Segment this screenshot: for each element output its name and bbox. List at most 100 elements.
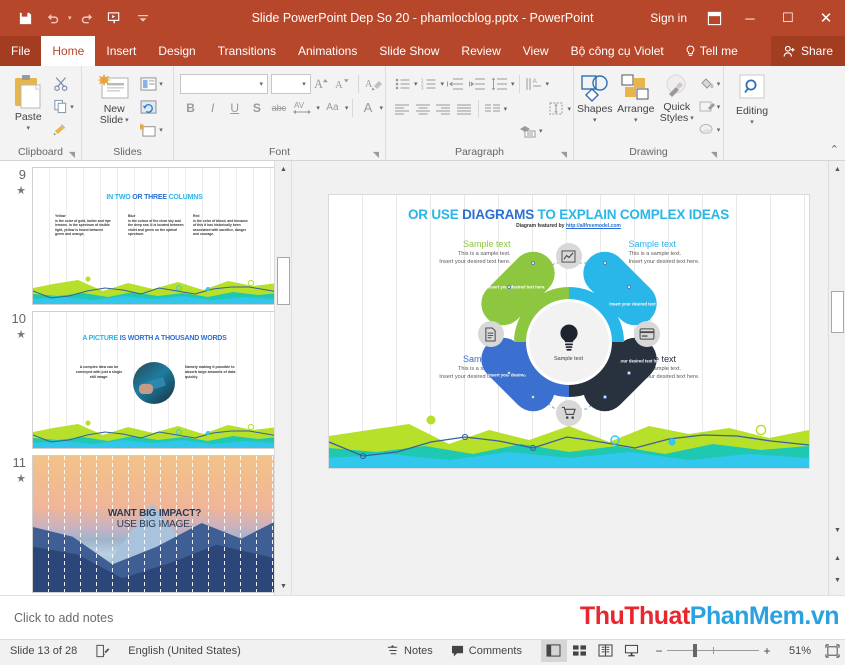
arrange-button[interactable]: Arrange ▾ [615, 71, 657, 126]
paste-button[interactable]: Paste ▾ [5, 71, 51, 134]
diagram-hub[interactable]: Sample text [528, 302, 609, 382]
tell-me-box[interactable]: Tell me [675, 36, 748, 66]
zoom-out-button[interactable]: − [651, 644, 667, 658]
slide-scroll-up-button[interactable]: ▲ [829, 161, 845, 178]
tab-home[interactable]: Home [41, 36, 96, 66]
restore-button[interactable]: ☐ [769, 0, 807, 36]
reset-slide-button[interactable] [138, 96, 165, 117]
comments-button[interactable]: Comments [442, 640, 531, 662]
shape-fill-dropdown-icon[interactable]: ▾ [717, 80, 721, 88]
font-dialog-launcher[interactable]: ◥ [373, 150, 379, 159]
slide-thumbnail-pane[interactable]: 9 ★ IN TWO OR THREE COLUMNS Yellow is th… [0, 161, 292, 595]
thumbnail-scroll-down-button[interactable]: ▼ [275, 578, 291, 595]
text-shadow-button[interactable]: S [246, 97, 267, 118]
clear-formatting-button[interactable]: A [365, 73, 383, 94]
align-left-button[interactable] [392, 98, 412, 119]
section-button[interactable]: ▾ [138, 119, 165, 140]
font-name-dropdown-icon[interactable]: ▾ [260, 80, 264, 88]
strikethrough-button[interactable]: abc [268, 97, 289, 118]
tab-animations[interactable]: Animations [287, 36, 368, 66]
tab-view[interactable]: View [512, 36, 560, 66]
thumbnail-item-10[interactable]: 10 ★ A PICTURE IS WORTH A THOUSAND WORDS… [0, 305, 291, 449]
shape-outline-button[interactable]: ▾ [697, 96, 723, 117]
numbering-button[interactable]: 123 [419, 73, 440, 94]
minimize-button[interactable]: ─ [731, 0, 769, 36]
thumbnail-item-11[interactable]: 11 ★ WANT BIG IMPACT? USE BIG IMAGE. [0, 449, 291, 593]
copy-dropdown-icon[interactable]: ▾ [70, 103, 74, 111]
bold-button[interactable]: B [180, 97, 201, 118]
cut-button[interactable] [51, 73, 76, 94]
increase-font-size-button[interactable]: A [314, 73, 332, 94]
undo-icon[interactable] [40, 5, 66, 31]
customize-qat-icon[interactable] [130, 5, 156, 31]
close-button[interactable]: ✕ [807, 0, 845, 36]
columns-button[interactable] [483, 98, 503, 119]
slide-pane-scrollbar[interactable]: ▲ ▼ ▲ ▼ [828, 161, 845, 595]
tab-review[interactable]: Review [450, 36, 511, 66]
next-slide-button[interactable]: ▼ [829, 572, 845, 589]
chart-icon-circle[interactable] [555, 243, 582, 269]
spell-check-icon[interactable] [86, 640, 119, 662]
slide-subtitle-link[interactable]: http://allfreemodel.com [566, 223, 621, 229]
numbering-dropdown-icon[interactable]: ▾ [441, 80, 445, 88]
shape-fill-button[interactable]: ▾ [697, 73, 723, 94]
shape-effects-dropdown-icon[interactable]: ▾ [717, 126, 721, 134]
change-case-dropdown-icon[interactable]: ▾ [345, 104, 349, 112]
zoom-in-button[interactable]: + [759, 644, 775, 658]
slide-layout-button[interactable]: ▾ [138, 73, 165, 94]
shapes-button[interactable]: Shapes ▾ [575, 71, 615, 126]
arrange-dropdown-icon[interactable]: ▾ [634, 115, 638, 126]
editing-button[interactable]: Editing ▾ [728, 71, 776, 128]
save-icon[interactable] [12, 5, 38, 31]
shapes-dropdown-icon[interactable]: ▾ [593, 115, 597, 126]
text-direction-dropdown-icon[interactable]: ▾ [546, 80, 550, 88]
thumbnail-canvas-10[interactable]: A PICTURE IS WORTH A THOUSAND WORDS A co… [32, 311, 277, 449]
bullets-dropdown-icon[interactable]: ▾ [414, 80, 418, 88]
slide-sorter-view-button[interactable] [567, 640, 593, 662]
undo-dropdown-icon[interactable]: ▾ [68, 14, 72, 22]
decrease-indent-button[interactable] [445, 73, 466, 94]
credit-card-icon-circle[interactable] [633, 321, 660, 347]
change-case-button[interactable]: Aa [321, 97, 344, 118]
font-size-combo[interactable]: ▾ [271, 73, 311, 94]
reading-view-button[interactable] [593, 640, 619, 662]
align-center-button[interactable] [413, 98, 433, 119]
justify-button[interactable] [454, 98, 474, 119]
italic-button[interactable]: I [202, 97, 223, 118]
slide-title[interactable]: OR USE DIAGRAMS TO EXPLAIN COMPLEX IDEAS [329, 207, 809, 222]
notes-pane[interactable]: Click to add notes ThuThuatPhanMem.vn [0, 595, 845, 639]
slide-scroll-down-button[interactable]: ▼ [829, 522, 845, 539]
shape-effects-button[interactable]: ▾ [697, 119, 723, 140]
language-indicator[interactable]: English (United States) [119, 640, 250, 662]
clipboard-dialog-launcher[interactable]: ◥ [69, 150, 75, 159]
character-spacing-dropdown-icon[interactable]: ▾ [316, 104, 320, 112]
slide-scrollbar-thumb[interactable] [831, 291, 844, 333]
editing-dropdown-icon[interactable]: ▾ [750, 117, 754, 128]
align-text-button[interactable] [547, 98, 567, 119]
bullets-button[interactable] [392, 73, 413, 94]
tab-violet-toolkit[interactable]: Bộ công cụ Violet [560, 36, 675, 66]
sign-in-button[interactable]: Sign in [640, 11, 697, 25]
line-spacing-dropdown-icon[interactable]: ▾ [511, 80, 515, 88]
document-icon-circle[interactable] [477, 321, 504, 347]
underline-button[interactable]: U [224, 97, 245, 118]
fit-to-window-button[interactable] [819, 640, 845, 662]
share-button[interactable]: Share [770, 36, 845, 66]
line-spacing-button[interactable] [489, 73, 510, 94]
tab-transitions[interactable]: Transitions [207, 36, 287, 66]
font-color-button[interactable]: A [357, 97, 378, 118]
font-color-dropdown-icon[interactable]: ▾ [379, 104, 383, 112]
thumbnail-canvas-11[interactable]: WANT BIG IMPACT? USE BIG IMAGE. [32, 455, 277, 593]
notes-button[interactable]: Notes [377, 640, 442, 662]
character-spacing-button[interactable]: AV [290, 97, 315, 118]
font-name-combo[interactable]: ▾ [180, 73, 269, 94]
tab-design[interactable]: Design [147, 36, 206, 66]
section-dropdown-icon[interactable]: ▾ [159, 126, 163, 134]
text-direction-button[interactable]: A [524, 73, 545, 94]
zoom-percentage[interactable]: 51% [781, 645, 819, 657]
redo-icon[interactable] [74, 5, 100, 31]
tab-slide-show[interactable]: Slide Show [368, 36, 450, 66]
decrease-font-size-button[interactable]: A [335, 73, 353, 94]
increase-indent-button[interactable] [467, 73, 488, 94]
quick-styles-dropdown-icon[interactable]: ▾ [690, 113, 694, 124]
